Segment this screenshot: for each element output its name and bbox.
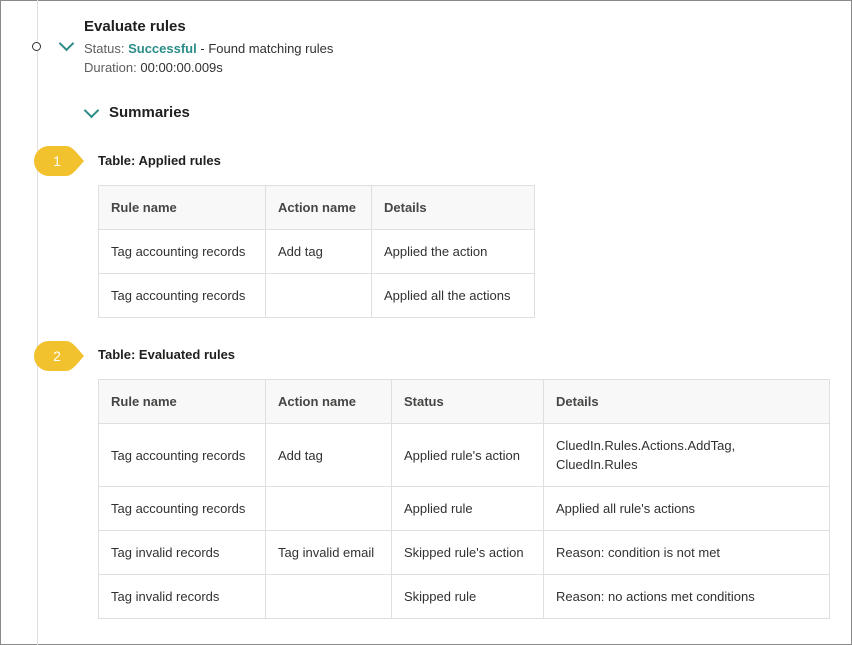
column-header-action-name[interactable]: Action name xyxy=(265,379,392,424)
table-row: Tag accounting records Applied rule Appl… xyxy=(98,486,830,531)
cell-action-name xyxy=(265,273,372,318)
table-row: Tag invalid records Tag invalid email Sk… xyxy=(98,530,830,575)
step-duration: Duration: 00:00:00.009s xyxy=(84,60,223,75)
timeline-node-icon xyxy=(32,42,41,51)
table-header-row: Rule name Action name Status Details xyxy=(98,379,830,424)
evaluated-rules-table: Rule name Action name Status Details Tag… xyxy=(98,379,830,619)
callout-number: 2 xyxy=(53,348,61,364)
cell-action-name: Tag invalid email xyxy=(265,530,392,575)
duration-label: Duration: xyxy=(84,60,137,75)
cell-rule-name: Tag accounting records xyxy=(98,423,266,487)
step-title: Evaluate rules xyxy=(84,18,186,35)
cell-action-name xyxy=(265,486,392,531)
column-header-status[interactable]: Status xyxy=(391,379,544,424)
applied-rules-table-label: Table: Applied rules xyxy=(98,153,221,168)
summaries-heading: Summaries xyxy=(109,104,190,121)
cell-action-name: Add tag xyxy=(265,229,372,274)
cell-action-name xyxy=(265,574,392,619)
cell-rule-name: Tag invalid records xyxy=(98,574,266,619)
callout-badge-2: 2 xyxy=(34,341,84,371)
cell-details: Applied all rule's actions xyxy=(543,486,830,531)
column-header-rule-name[interactable]: Rule name xyxy=(98,185,266,230)
applied-rules-table: Rule name Action name Details Tag accoun… xyxy=(98,185,535,318)
cell-rule-name: Tag invalid records xyxy=(98,530,266,575)
cell-status: Skipped rule's action xyxy=(391,530,544,575)
status-label: Status: xyxy=(84,41,125,56)
table-row: Tag accounting records Add tag Applied r… xyxy=(98,423,830,487)
cell-details: CluedIn.Rules.Actions.AddTag, CluedIn.Ru… xyxy=(543,423,830,487)
column-header-details[interactable]: Details xyxy=(371,185,535,230)
cell-status: Applied rule's action xyxy=(391,423,544,487)
column-header-rule-name[interactable]: Rule name xyxy=(98,379,266,424)
timeline-line xyxy=(37,0,38,645)
table-header-row: Rule name Action name Details xyxy=(98,185,535,230)
cell-details: Applied all the actions xyxy=(371,273,535,318)
cell-details: Applied the action xyxy=(371,229,535,274)
cell-status: Skipped rule xyxy=(391,574,544,619)
callout-number: 1 xyxy=(53,153,61,169)
evaluated-rules-table-label: Table: Evaluated rules xyxy=(98,347,236,362)
column-header-details[interactable]: Details xyxy=(543,379,830,424)
column-header-action-name[interactable]: Action name xyxy=(265,185,372,230)
cell-details: Reason: condition is not met xyxy=(543,530,830,575)
step-status: Status: Successful - Found matching rule… xyxy=(84,41,333,56)
table-row: Tag invalid records Skipped rule Reason:… xyxy=(98,574,830,619)
table-row: Tag accounting records Add tag Applied t… xyxy=(98,229,535,274)
table-row: Tag accounting records Applied all the a… xyxy=(98,273,535,318)
cell-action-name: Add tag xyxy=(265,423,392,487)
cell-rule-name: Tag accounting records xyxy=(98,229,266,274)
cell-rule-name: Tag accounting records xyxy=(98,486,266,531)
cell-details: Reason: no actions met conditions xyxy=(543,574,830,619)
cell-rule-name: Tag accounting records xyxy=(98,273,266,318)
status-value: Successful xyxy=(128,41,197,56)
cell-status: Applied rule xyxy=(391,486,544,531)
callout-badge-1: 1 xyxy=(34,146,84,176)
status-message: - Found matching rules xyxy=(200,41,334,56)
duration-value: 00:00:00.009s xyxy=(140,60,223,75)
